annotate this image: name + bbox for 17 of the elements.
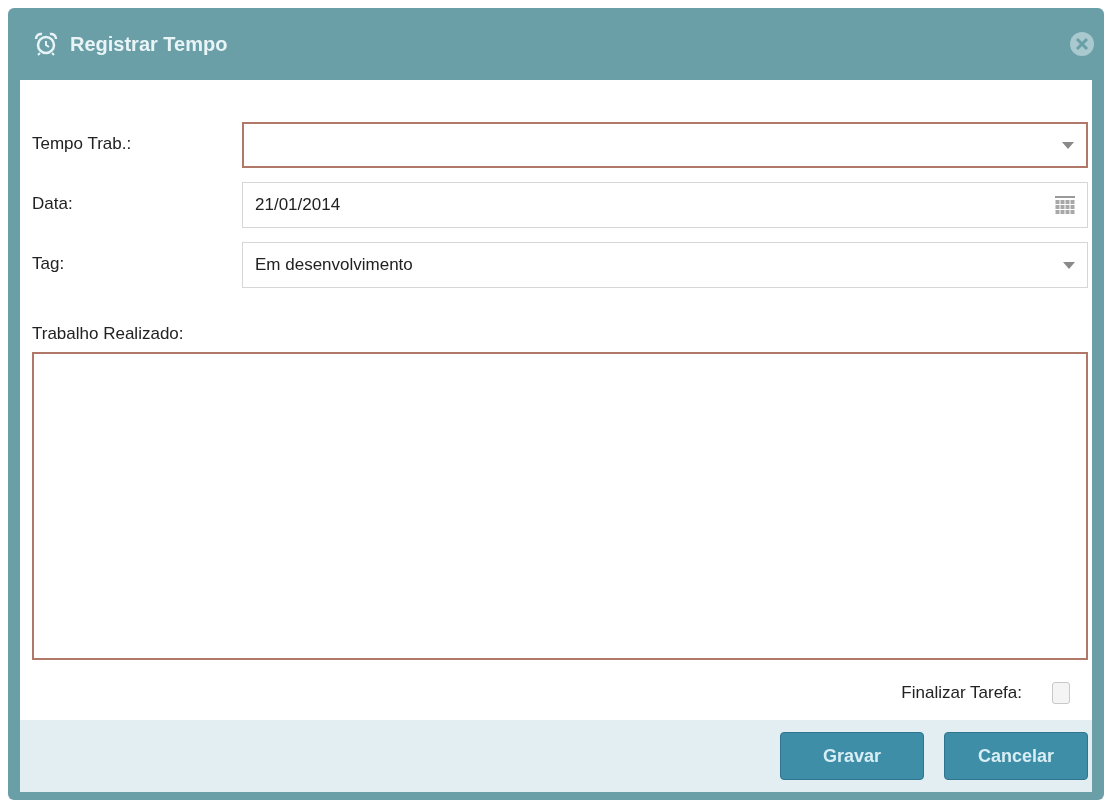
field-label: Tag: [32,253,66,274]
dropdown-arrow-icon[interactable] [1062,141,1074,149]
checkbox[interactable] [1052,682,1070,704]
checkbox-label: Finalizar Tarefa: [901,683,1022,703]
dropdown-field[interactable]: Em desenvolvimento [242,242,1088,288]
date-field[interactable]: 21/01/2014 [242,182,1088,228]
alarm-clock-icon [34,32,58,56]
dropdown-field[interactable] [242,122,1088,168]
field-label: Data: [32,193,74,214]
dropdown-arrow-icon[interactable] [1063,261,1075,269]
window-title: Registrar Tempo [70,32,229,56]
field-label: Tempo Trab.: [32,133,133,154]
close-icon[interactable] [1070,32,1094,56]
calendar-icon[interactable] [1055,195,1075,215]
field-label: Trabalho Realizado: [32,324,185,344]
field-value: 21/01/2014 [255,195,342,215]
field-value: Em desenvolvimento [255,255,414,275]
